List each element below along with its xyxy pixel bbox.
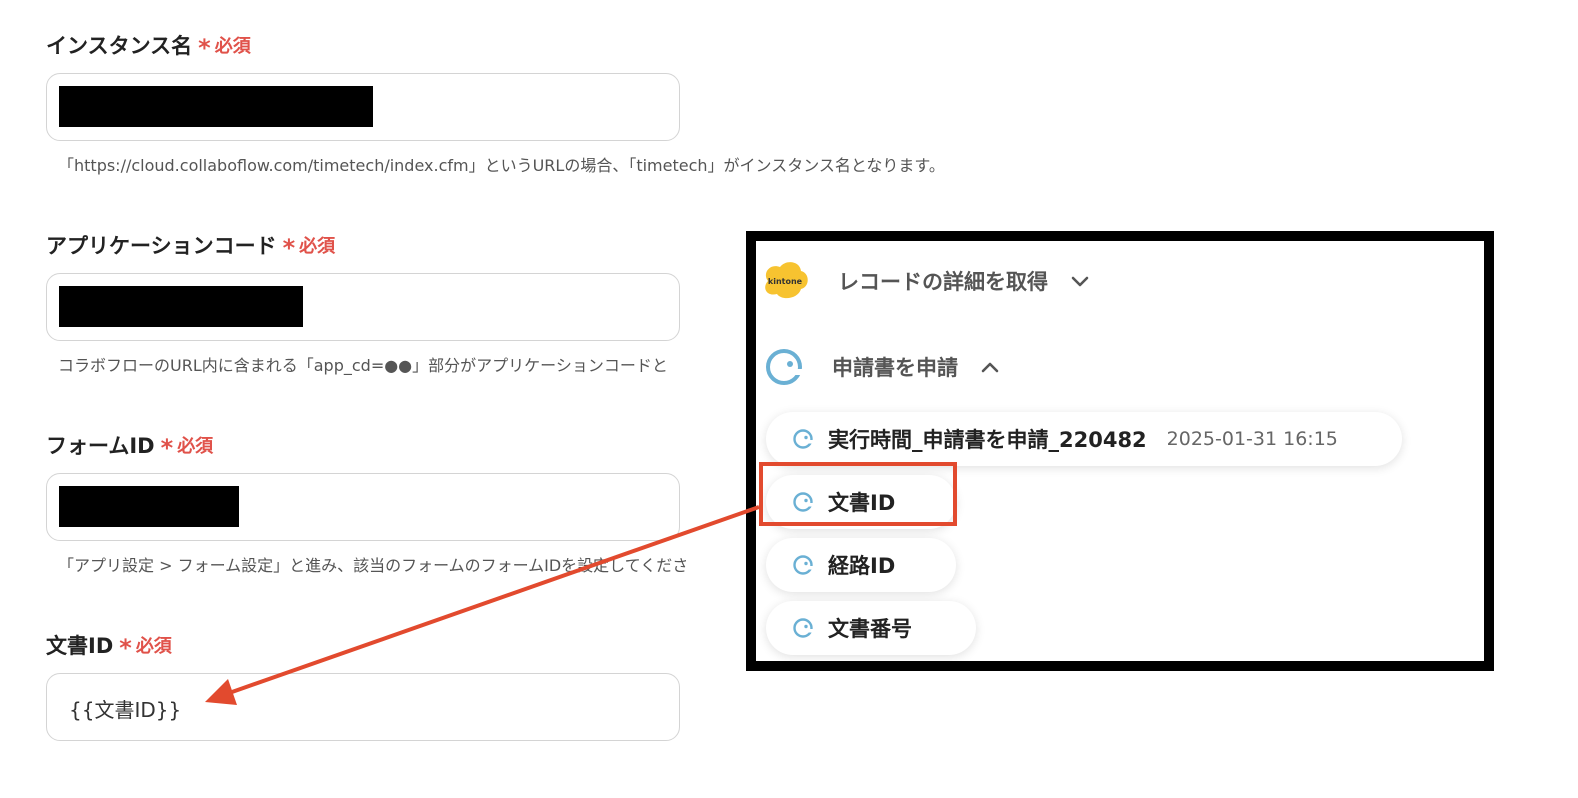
field-label-instance-name: インスタンス名 * 必須	[46, 30, 251, 60]
output-selector-panel: kintone レコードの詳細を取得 申請書を申請 実行時間_申請書を申請_22…	[746, 231, 1494, 671]
output-item-route-id[interactable]: 経路ID	[766, 538, 956, 592]
collaboflow-icon	[792, 428, 814, 450]
step-label: レコードの詳細を取得	[838, 270, 1048, 294]
required-text: 必須	[135, 636, 172, 657]
redacted-value	[59, 486, 239, 527]
required-text: 必須	[177, 436, 214, 457]
kintone-logo-icon: kintone	[765, 262, 808, 299]
asterisk-icon: *	[198, 34, 211, 62]
label-text: フォームID	[46, 434, 155, 458]
output-item-document-number[interactable]: 文書番号	[766, 601, 976, 655]
chevron-down-icon[interactable]	[1070, 274, 1090, 288]
field-label-form-id: フォームID * 必須	[46, 430, 213, 460]
collaboflow-icon	[766, 349, 802, 385]
highlight-box	[759, 462, 957, 526]
chevron-up-icon[interactable]	[980, 360, 1000, 374]
label-text: アプリケーションコード	[46, 234, 277, 258]
required-badge: * 必須	[282, 232, 336, 262]
application-code-input[interactable]	[46, 273, 680, 341]
step-collaboflow-apply[interactable]: 申請書を申請	[764, 347, 1000, 387]
required-text: 必須	[214, 36, 251, 57]
svg-text:kintone: kintone	[768, 277, 803, 286]
instance-name-input[interactable]	[46, 73, 680, 141]
asterisk-icon: *	[160, 434, 174, 462]
step-kintone-get-record[interactable]: kintone レコードの詳細を取得	[760, 259, 1090, 303]
output-label: 経路ID	[828, 554, 896, 578]
instance-name-hint: 「https://cloud.collaboflow.com/timetech/…	[58, 156, 945, 175]
required-text: 必須	[299, 236, 336, 257]
form-id-input[interactable]	[46, 473, 680, 541]
required-badge: * 必須	[119, 632, 172, 662]
output-label: 文書番号	[828, 617, 912, 641]
label-text: インスタンス名	[46, 34, 193, 58]
form-id-hint: 「アプリ設定 > フォーム設定」と進み、該当のフォームのフォームIDを設定してく…	[58, 556, 689, 575]
step-label: 申請書を申請	[832, 356, 958, 380]
asterisk-icon: *	[119, 634, 132, 662]
output-timestamp: 2025-01-31 16:15	[1166, 428, 1338, 450]
collaboflow-icon	[792, 617, 814, 639]
asterisk-icon: *	[282, 234, 296, 262]
collaboflow-icon	[792, 554, 814, 576]
document-id-input[interactable]: {{文書ID}}	[46, 673, 680, 741]
label-text: 文書ID	[46, 634, 114, 658]
document-id-value: {{文書ID}}	[69, 698, 182, 722]
required-badge: * 必須	[198, 32, 251, 62]
field-label-application-code: アプリケーションコード * 必須	[46, 230, 335, 260]
redacted-value	[59, 286, 303, 327]
field-label-document-id: 文書ID * 必須	[46, 630, 172, 660]
redacted-value	[59, 86, 373, 127]
output-label: 実行時間_申請書を申請_220482	[828, 428, 1147, 452]
output-item-execution-time[interactable]: 実行時間_申請書を申請_220482 2025-01-31 16:15	[766, 412, 1402, 466]
required-badge: * 必須	[160, 432, 214, 462]
application-code-hint: コラボフローのURL内に含まれる「app_cd=●●」部分がアプリケーションコー…	[58, 356, 668, 375]
